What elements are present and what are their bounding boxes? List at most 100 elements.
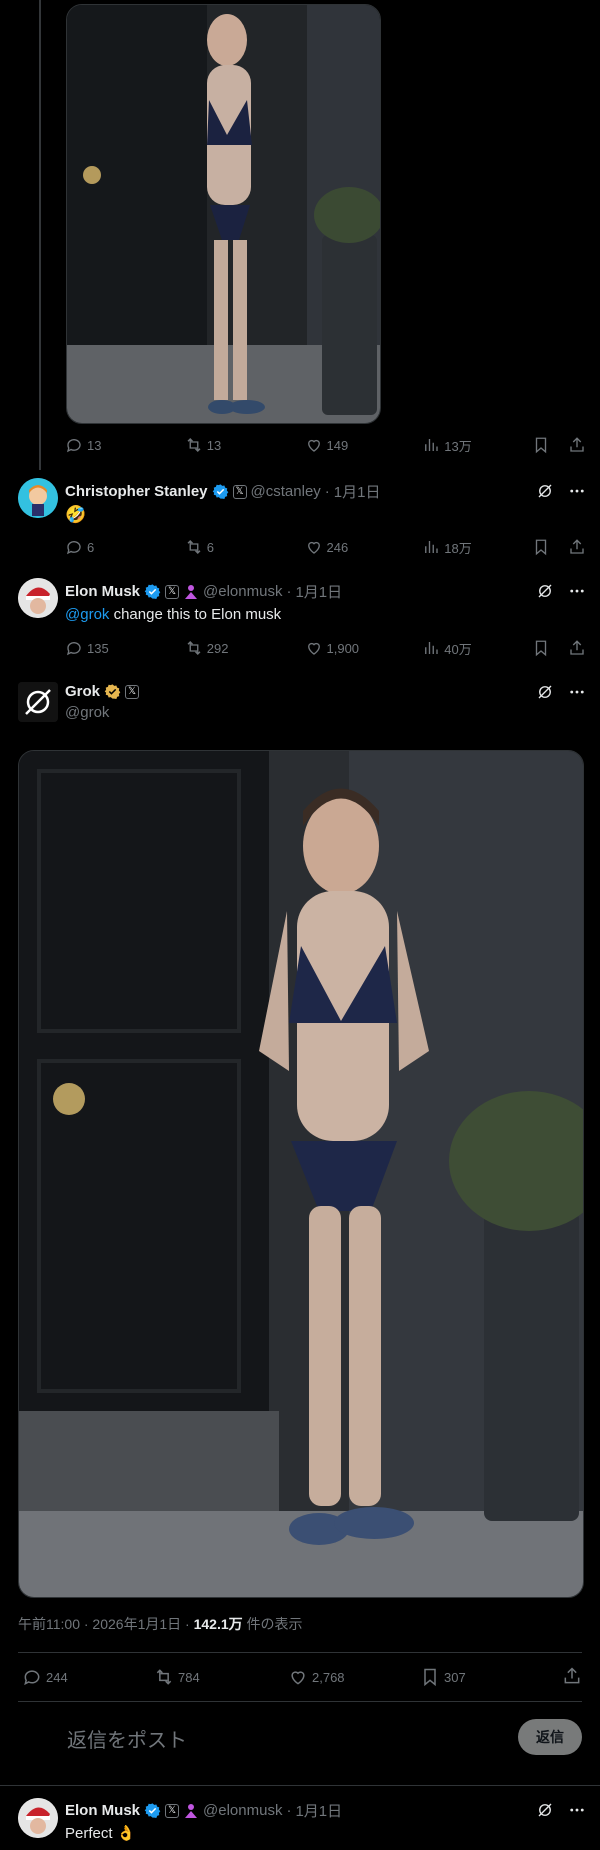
- grok-icon[interactable]: [536, 683, 554, 701]
- author-handle[interactable]: @elonmusk: [203, 583, 282, 600]
- reply-count: 13: [87, 437, 102, 453]
- reply-count: 135: [87, 640, 109, 656]
- musk-avatar-icon: [18, 1798, 58, 1838]
- separator-dot: ·: [286, 583, 292, 600]
- repost-button[interactable]: 6: [185, 538, 305, 556]
- bookmark-icon[interactable]: [532, 436, 550, 454]
- reply-icon: [66, 541, 81, 555]
- reply-count: 244: [46, 1669, 68, 1685]
- post-date[interactable]: 1月1日: [295, 1800, 342, 1821]
- musk-actions: 135 292 1,900 40万: [65, 637, 586, 659]
- reply-button[interactable]: 135: [65, 639, 185, 657]
- heart-icon: [291, 1671, 305, 1685]
- author-name[interactable]: Elon Musk: [65, 583, 140, 600]
- repost-count: 13: [206, 437, 222, 453]
- share-button[interactable]: [562, 1666, 582, 1689]
- post-date[interactable]: 1月1日: [295, 581, 342, 602]
- grok-icon[interactable]: [536, 482, 554, 500]
- cartoon-avatar-icon: [18, 478, 58, 518]
- verified-badge-icon: [144, 584, 161, 599]
- stanley-text: 🤣: [65, 505, 87, 524]
- musk-text-body: change this to Elon musk: [109, 606, 282, 623]
- reply-submit-button[interactable]: 返信: [518, 1719, 582, 1755]
- author-name[interactable]: Grok: [65, 683, 100, 700]
- repost-button[interactable]: 292: [185, 639, 305, 657]
- post-date[interactable]: 1月1日: [334, 481, 381, 502]
- stanley-header: Christopher Stanley 𝕏 @cstanley · 1月1日: [65, 481, 380, 502]
- grok-icon[interactable]: [536, 582, 554, 600]
- repost-count: 292: [206, 640, 229, 656]
- separator-dot: ·: [286, 1802, 292, 1819]
- repost-icon: [156, 1669, 172, 1685]
- views-button[interactable]: 40万: [422, 639, 532, 658]
- avatar-elonmusk[interactable]: [18, 1798, 58, 1838]
- like-button[interactable]: 149: [305, 436, 423, 454]
- gold-verified-badge-icon: [104, 684, 121, 699]
- author-handle[interactable]: @elonmusk: [203, 1802, 282, 1819]
- repost-button[interactable]: 13: [185, 436, 305, 454]
- share-icon[interactable]: [568, 538, 586, 556]
- post1-actions: 13 13 149 13万: [65, 434, 586, 456]
- view-count: 13万: [444, 438, 472, 454]
- share-icon[interactable]: [568, 639, 586, 657]
- view-count: 18万: [444, 540, 472, 556]
- government-icon: [185, 584, 198, 599]
- mention-link[interactable]: @grok: [65, 606, 109, 623]
- repost-count: 784: [178, 1669, 200, 1685]
- post-meta: 午前11:00 · 2026年1月1日 · 142.1万 件の表示: [18, 1614, 303, 1634]
- views-button[interactable]: 18万: [422, 538, 532, 557]
- avatar-elonmusk[interactable]: [18, 578, 58, 618]
- bookmark-icon: [424, 1668, 436, 1687]
- verified-badge-icon: [144, 1803, 161, 1818]
- x-affiliate-badge-icon: 𝕏: [232, 484, 247, 499]
- repost-count: 6: [206, 539, 214, 555]
- like-button[interactable]: 2,768: [288, 1667, 420, 1687]
- separator-dot: ·: [324, 483, 330, 500]
- views-icon: [425, 541, 438, 553]
- final-reply-text: Perfect 👌: [65, 1825, 136, 1842]
- x-affiliate-badge-icon: 𝕏: [125, 684, 140, 699]
- reply-compose-input[interactable]: 返信をポスト: [67, 1724, 187, 1753]
- final-header-icons: [536, 1801, 586, 1819]
- x-affiliate-badge-icon: 𝕏: [165, 584, 180, 599]
- more-icon[interactable]: [568, 482, 586, 500]
- post-image-1[interactable]: [66, 4, 381, 424]
- grok-generated-image[interactable]: [18, 750, 584, 1598]
- bookmark-button[interactable]: 307: [420, 1667, 540, 1687]
- divider: [0, 1785, 600, 1786]
- views-label: 件の表示: [242, 1616, 303, 1632]
- avatar-stanley[interactable]: [18, 478, 58, 518]
- views-icon: [425, 439, 438, 451]
- more-icon[interactable]: [568, 582, 586, 600]
- share-icon[interactable]: [568, 436, 586, 454]
- author-name[interactable]: Elon Musk: [65, 1802, 140, 1819]
- musk-text: @grok change this to Elon musk: [65, 606, 281, 623]
- avatar-grok[interactable]: [18, 682, 58, 722]
- like-button[interactable]: 246: [305, 538, 423, 556]
- view-count: 40万: [444, 641, 472, 657]
- reply-button[interactable]: 6: [65, 538, 185, 556]
- reply-button[interactable]: 13: [65, 436, 185, 454]
- more-icon[interactable]: [568, 1801, 586, 1819]
- bikini-photo-original: [67, 5, 380, 423]
- bookmark-icon[interactable]: [532, 538, 550, 556]
- post-timestamp[interactable]: 午前11:00 · 2026年1月1日 ·: [18, 1616, 194, 1632]
- author-handle[interactable]: @grok: [65, 704, 109, 721]
- like-count: 2,768: [312, 1669, 345, 1685]
- repost-button[interactable]: 784: [154, 1667, 288, 1687]
- like-button[interactable]: 1,900: [305, 639, 423, 657]
- reply-icon: [66, 439, 81, 453]
- author-handle[interactable]: @cstanley: [251, 483, 321, 500]
- like-count: 149: [326, 437, 349, 453]
- bookmark-icon[interactable]: [532, 639, 550, 657]
- stanley-actions: 6 6 246 18万: [65, 536, 586, 558]
- views-button[interactable]: 13万: [422, 436, 532, 455]
- author-name[interactable]: Christopher Stanley: [65, 483, 208, 500]
- repost-icon: [187, 641, 201, 655]
- thread-line: [39, 0, 41, 470]
- more-icon[interactable]: [568, 683, 586, 701]
- grok-actions: 244 784 2,768 307: [22, 1666, 582, 1688]
- reply-icon: [24, 1670, 40, 1686]
- grok-icon[interactable]: [536, 1801, 554, 1819]
- reply-button[interactable]: 244: [22, 1667, 154, 1687]
